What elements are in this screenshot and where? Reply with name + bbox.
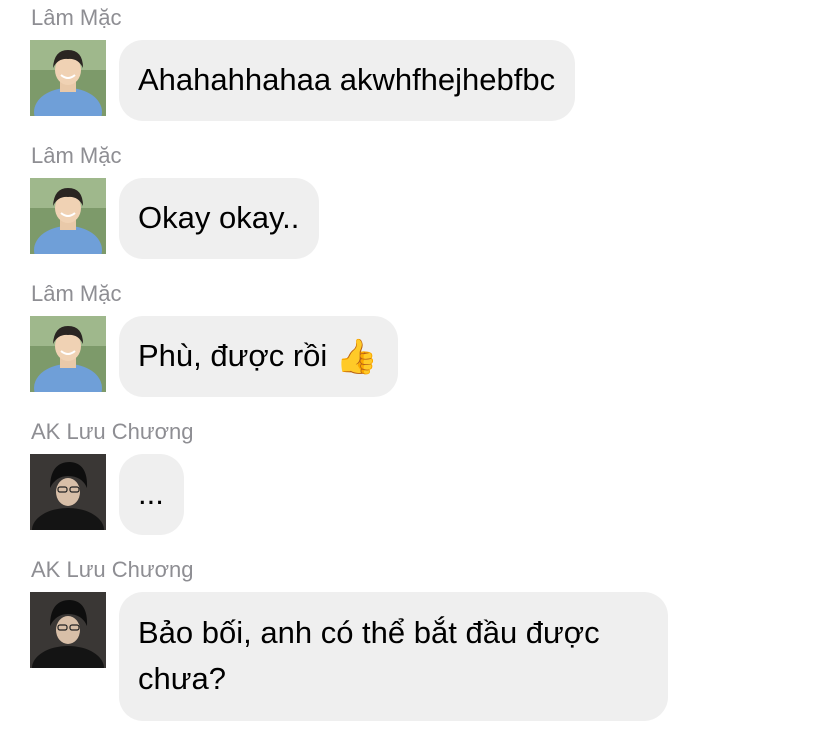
message-bubble[interactable]: Phù, được rồi 👍 — [119, 316, 399, 397]
avatar-ak-luu-chuong-icon[interactable] — [30, 454, 106, 530]
sender-name: AK Lưu Chương — [31, 557, 194, 582]
thumbs-up-icon: 👍 — [335, 338, 379, 376]
sender-name: Lâm Mặc — [31, 143, 122, 168]
avatar-ak-luu-chuong-icon[interactable] — [30, 592, 106, 668]
message-text: Okay okay.. — [138, 200, 300, 235]
avatar-lam-mac-icon[interactable] — [30, 40, 106, 116]
message-text: ... — [138, 476, 164, 511]
sender-name: AK Lưu Chương — [31, 419, 194, 444]
message-bubble[interactable]: ... — [119, 454, 184, 535]
avatar-lam-mac-icon[interactable] — [30, 178, 106, 254]
message-text: Phù, được rồi — [138, 338, 328, 373]
avatar-lam-mac-icon[interactable] — [30, 316, 106, 392]
chat-thread: Lâm Mặc Ahahahhahaa akwhfhejhebfbc Lâm M… — [0, 0, 828, 739]
message-text-continued: chưa? — [138, 661, 226, 696]
message-bubble[interactable]: Bảo bối, anh có thể bắt đầu được chưa? — [119, 592, 668, 721]
sender-name: Lâm Mặc — [31, 281, 122, 306]
message-text: Ahahahhahaa akwhfhejhebfbc — [138, 62, 556, 97]
message-bubble[interactable]: Ahahahhahaa akwhfhejhebfbc — [119, 40, 576, 121]
message-text: Bảo bối, anh có thể bắt đầu được — [138, 615, 600, 650]
sender-name: Lâm Mặc — [31, 5, 122, 30]
message-bubble[interactable]: Okay okay.. — [119, 178, 320, 259]
